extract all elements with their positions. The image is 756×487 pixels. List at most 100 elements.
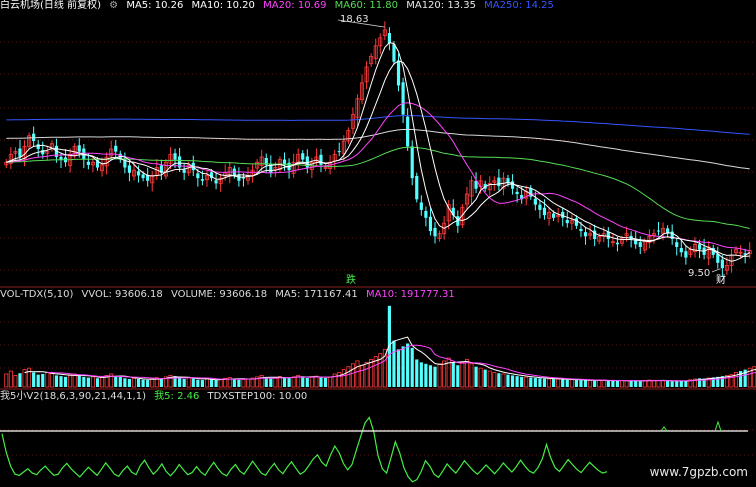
volume-bar [583, 380, 588, 387]
volume-bar [123, 378, 127, 387]
volume-bar [63, 376, 68, 387]
volume-bar [246, 378, 251, 388]
candle-body [127, 165, 132, 173]
candle-body [114, 145, 118, 152]
volume-bar [661, 380, 666, 388]
gear-icon[interactable]: ⚙ [109, 0, 118, 11]
candle-body [196, 173, 200, 179]
volume-header: VOL-TDX(5,10) VVOL: 93606.18 VOLUME: 936… [0, 289, 460, 301]
signal-tick [714, 420, 722, 432]
volume-bar [209, 379, 214, 387]
price-header: 白云机场(日线 前复权) ⚙ MA5: 10.26 MA10: 10.20 MA… [0, 0, 559, 12]
candle-body [319, 154, 323, 165]
wo5-value: 我5: 2.46 [154, 391, 200, 402]
volume-bar [59, 376, 63, 387]
volume-bar [670, 381, 674, 387]
volume-bar [642, 380, 647, 388]
volume-indicator-name[interactable]: VOL-TDX(5,10) [0, 289, 73, 300]
volume-bar [529, 377, 533, 387]
candle-body [552, 213, 556, 218]
volume-bar [510, 375, 515, 387]
volume-bar [437, 363, 442, 388]
candle-body [406, 116, 410, 147]
candle-body [301, 153, 305, 160]
candle-body [533, 198, 537, 205]
volume-bar [18, 373, 22, 387]
event-marker-1[interactable]: 跌 [346, 273, 356, 286]
volume-bar [355, 360, 360, 388]
volume-bar [186, 377, 191, 388]
candle-body [515, 191, 519, 194]
candle-body [684, 251, 688, 258]
candle-body [679, 248, 683, 253]
volume-bar [666, 380, 670, 387]
volume-bar [396, 349, 401, 387]
indicator-name[interactable]: 我5小V2(18,6,3,90,21,44,1,1) [0, 391, 146, 402]
indicator-panel [0, 416, 748, 483]
volume-bar [309, 376, 314, 388]
volume-bar [542, 378, 547, 387]
volume-bar [301, 376, 305, 387]
volume-bar [346, 366, 351, 388]
indicator-header: 我5小V2(18,6,3,90,21,44,1,1) 我5: 2.46 TDXS… [0, 391, 312, 403]
volume-bar [323, 378, 328, 387]
event-marker-2[interactable]: 财 [716, 273, 726, 286]
volume-bar [624, 380, 629, 388]
ma250-line [6, 115, 750, 135]
candle-body [182, 169, 186, 173]
stock-name[interactable]: 白云机场(日线 前复权) [0, 0, 101, 11]
vvol-value: VVOL: 93606.18 [81, 289, 163, 300]
volume-bar [561, 379, 565, 387]
candle-body [579, 228, 583, 232]
volume-bar [13, 374, 18, 388]
candle-body [638, 242, 642, 247]
candle-body [538, 204, 542, 210]
volume-bar [579, 380, 583, 387]
candle-body [86, 161, 90, 165]
ma5-value: MA5: 10.26 [126, 0, 184, 11]
candle-body [59, 156, 63, 160]
volume-bar [150, 378, 155, 388]
high-price-label: 18.63 [340, 14, 369, 25]
volume-bar [634, 380, 638, 387]
volume-bar [574, 380, 578, 387]
volume-bar [497, 373, 501, 387]
ma5-line [6, 42, 750, 262]
volume-bar [369, 359, 374, 388]
volume-bar [264, 377, 268, 387]
ma20-line [6, 102, 750, 252]
volume-bar [538, 378, 542, 387]
volume-bar [328, 376, 333, 388]
volume-bar [72, 373, 77, 388]
candle-body [173, 153, 177, 160]
volume-bar [68, 374, 73, 388]
volume-bar [360, 364, 365, 388]
candle-body [396, 60, 401, 86]
candle-body [433, 227, 437, 237]
volume-bar [615, 380, 620, 387]
candle-body [141, 174, 145, 179]
volume-bar [146, 380, 150, 387]
volume-bar [36, 374, 40, 387]
volume-bar [41, 373, 45, 387]
candle-body [424, 210, 428, 218]
volume-bar [451, 362, 455, 387]
candle-body [337, 151, 341, 153]
volume-bar [547, 378, 552, 388]
volume-bar [611, 380, 615, 387]
candle-body [401, 82, 405, 115]
ma120-line [6, 128, 750, 170]
volume-bar [520, 376, 524, 387]
volume-bar [533, 378, 537, 387]
volume-bar [141, 379, 145, 387]
volume-bar [182, 379, 186, 387]
volume-value: VOLUME: 93606.18 [170, 289, 268, 300]
volume-bar [428, 365, 433, 387]
volume-bar [651, 379, 656, 388]
volume-bar [319, 377, 323, 387]
volume-bar [8, 370, 13, 388]
candle-body [214, 180, 218, 184]
volume-bar [364, 361, 369, 388]
candle-body [410, 146, 414, 179]
volume-bar [350, 363, 355, 388]
